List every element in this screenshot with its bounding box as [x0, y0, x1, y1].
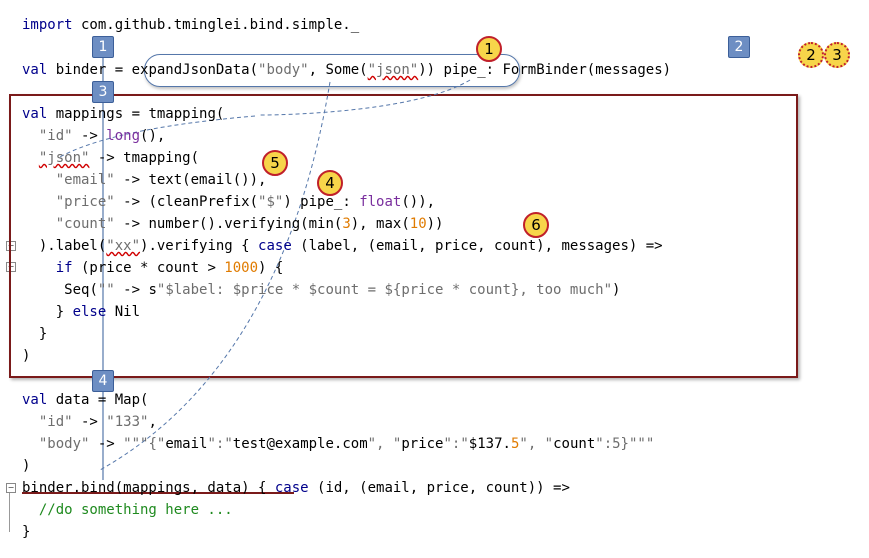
code-line-else: } else Nil [55, 304, 141, 320]
code-line-data: val data = Map( [22, 392, 149, 408]
marker-circle-2: 2 [798, 42, 824, 68]
code-line-label: ).label("xx").verifying { case (label, (… [38, 238, 663, 254]
code-line-import: import com.github.tminglei.bind.simple._ [22, 17, 360, 33]
code-line-bind: binder.bind(mappings, data) { case (id, … [22, 480, 570, 496]
code-line-seq: Seq("" -> s"$label: $price * $count = ${… [64, 282, 621, 298]
code-line-data-body: "body" -> """{"email":"test@example.com"… [38, 436, 655, 452]
code-line-price: "price" -> (cleanPrefix("$") pipe_: floa… [55, 194, 436, 210]
code-line-data-close: ) [22, 458, 31, 474]
marker-circle-6: 6 [523, 212, 549, 238]
marker-circle-5: 5 [262, 150, 288, 176]
code-line-end-brace: } [22, 524, 31, 540]
marker-square-4: 4 [92, 370, 114, 392]
code-line-json: "json" -> tmapping( [38, 150, 200, 166]
code-line-id: "id" -> long(), [38, 128, 166, 144]
code-line-count: "count" -> number().verifying(min(3), ma… [55, 216, 444, 232]
code-line-binder: val binder = expandJsonData("body", Some… [22, 62, 672, 78]
marker-square-1: 1 [92, 36, 114, 58]
code-line-data-id: "id" -> "133", [38, 414, 157, 430]
code-line-close-paren: ) [22, 348, 31, 364]
annotation-connectors [22, 58, 471, 494]
marker-square-2: 2 [728, 36, 750, 58]
code-line-mappings: val mappings = tmapping( [22, 106, 225, 122]
marker-circle-4: 4 [317, 170, 343, 196]
code-line-email: "email" -> text(email()), [55, 172, 267, 188]
marker-circle-3: 3 [824, 42, 850, 68]
code-line-close-brace: } [38, 326, 48, 342]
marker-circle-1: 1 [476, 36, 502, 62]
marker-square-3: 3 [92, 81, 114, 103]
code-line-comment: //do something here ... [38, 502, 233, 518]
code-line-if: if (price * count > 1000) { [55, 260, 284, 276]
